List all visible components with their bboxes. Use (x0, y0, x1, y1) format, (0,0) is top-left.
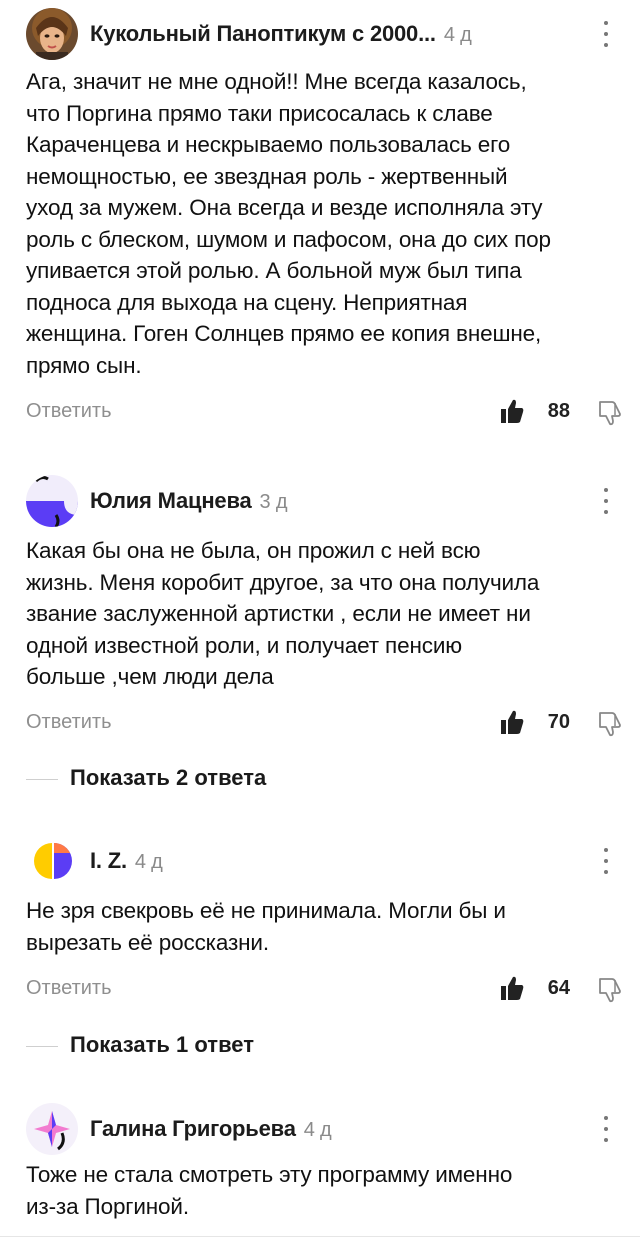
comment-text: Какая бы она не была, он прожил с ней вс… (26, 538, 540, 689)
divider (26, 1046, 58, 1047)
author-name[interactable]: Кукольный Паноптикум с 2000... (90, 21, 436, 46)
comment-header: Галина Григорьева 4 д (26, 1103, 616, 1155)
thumbs-up-icon[interactable] (500, 709, 524, 735)
comment-author[interactable]: I. Z. 4 д (90, 848, 163, 874)
reply-button[interactable]: Ответить (26, 711, 112, 734)
more-options-icon[interactable] (596, 848, 616, 874)
author-name[interactable]: Юлия Мацнева (90, 488, 252, 513)
comment-text: Тоже не стала смотреть эту программу име… (26, 1162, 513, 1219)
comment-age: 3 д (259, 491, 288, 513)
comment-actions: Ответить 88 (26, 398, 622, 428)
like-count: 64 (547, 977, 570, 999)
thumbs-down-icon[interactable] (598, 711, 622, 737)
comment-age: 4 д (134, 851, 163, 873)
comment-text: Не зря свекровь её не принимала. Могли б… (26, 898, 506, 955)
comment-header: I. Z. 4 д (26, 835, 616, 887)
show-replies-button[interactable]: Показать 2 ответа (26, 764, 426, 794)
avatar[interactable] (26, 475, 78, 527)
comment-actions: Ответить 70 (26, 709, 622, 739)
show-replies-label[interactable]: Показать 1 ответ (70, 1032, 254, 1058)
reply-button[interactable]: Ответить (26, 977, 112, 1000)
thumbs-down-icon[interactable] (598, 977, 622, 1003)
thumbs-down-icon[interactable] (598, 400, 622, 426)
like-count: 70 (547, 711, 570, 733)
reply-button[interactable]: Ответить (26, 400, 112, 423)
more-options-icon[interactable] (596, 21, 616, 47)
author-name[interactable]: Галина Григорьева (90, 1116, 296, 1141)
comment-age: 4 д (443, 24, 472, 46)
thumbs-up-icon[interactable] (500, 975, 524, 1001)
more-options-icon[interactable] (596, 488, 616, 514)
divider (0, 1236, 640, 1237)
author-name[interactable]: I. Z. (90, 848, 127, 873)
comment-author[interactable]: Кукольный Паноптикум с 2000... 4 д (90, 21, 472, 47)
avatar[interactable] (26, 835, 78, 887)
divider (26, 779, 58, 780)
comment-author[interactable]: Юлия Мацнева 3 д (90, 488, 287, 514)
avatar[interactable] (26, 1103, 78, 1155)
comment-age: 4 д (303, 1119, 332, 1141)
like-count: 88 (547, 400, 570, 422)
show-replies-button[interactable]: Показать 1 ответ (26, 1031, 426, 1061)
more-options-icon[interactable] (596, 1116, 616, 1142)
avatar[interactable] (26, 8, 78, 60)
comment-text: Ага, значит не мне одной!! Мне всегда ка… (26, 69, 551, 378)
show-replies-label[interactable]: Показать 2 ответа (70, 765, 266, 791)
comment-header: Юлия Мацнева 3 д (26, 475, 616, 527)
thumbs-up-icon[interactable] (500, 398, 524, 424)
comment-actions: Ответить 64 (26, 975, 622, 1005)
comment-header: Кукольный Паноптикум с 2000... 4 д (26, 8, 616, 60)
comment-author[interactable]: Галина Григорьева 4 д (90, 1116, 332, 1142)
